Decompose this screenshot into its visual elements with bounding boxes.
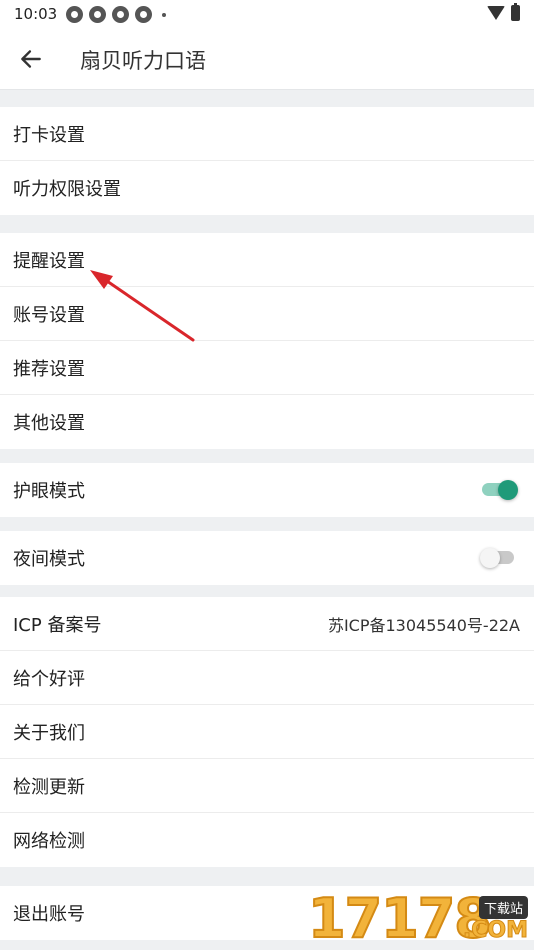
settings-item-label: ICP 备案号 [13, 615, 102, 636]
icp-number: 苏ICP备13045540号-22A [327, 616, 520, 635]
settings-group-night-mode: 夜间模式 [0, 531, 534, 585]
settings-item-other[interactable]: 其他设置 [0, 395, 534, 449]
settings-item-label: 听力权限设置 [13, 179, 121, 200]
battery-icon [511, 3, 520, 21]
night-mode-toggle[interactable] [480, 548, 516, 568]
settings-item-check-update[interactable]: 检测更新 [0, 759, 534, 813]
notification-icon [112, 6, 129, 23]
notification-icon [135, 6, 152, 23]
settings-item-label: 给个好评 [13, 669, 85, 690]
status-bar: 10:03 [0, 0, 534, 28]
settings-group-about: ICP 备案号 苏ICP备13045540号-22A 给个好评 关于我们 检测更… [0, 597, 534, 867]
settings-item-label: 推荐设置 [13, 359, 85, 380]
status-system-icons [487, 3, 520, 21]
settings-item-label: 其他设置 [13, 413, 85, 434]
toggle-knob [498, 480, 518, 500]
app-bar: 扇贝听力口语 [0, 28, 534, 90]
settings-item-recommendation[interactable]: 推荐设置 [0, 341, 534, 395]
settings-item-eye-mode: 护眼模式 [0, 463, 534, 517]
wifi-icon [487, 6, 505, 20]
settings-item-about-us[interactable]: 关于我们 [0, 705, 534, 759]
settings-item-listening-permission[interactable]: 听力权限设置 [0, 161, 534, 215]
notification-icon [89, 6, 106, 23]
toggle-knob [480, 548, 500, 568]
settings-item-check-in[interactable]: 打卡设置 [0, 107, 534, 161]
page-title: 扇贝听力口语 [80, 49, 206, 73]
settings-item-night-mode: 夜间模式 [0, 531, 534, 585]
settings-item-reminder[interactable]: 提醒设置 [0, 233, 534, 287]
more-notifications-dot [162, 12, 166, 17]
settings-item-account[interactable]: 账号设置 [0, 287, 534, 341]
settings-item-label: 检测更新 [13, 777, 85, 798]
settings-item-rate-app[interactable]: 给个好评 [0, 651, 534, 705]
eye-mode-toggle[interactable] [482, 480, 518, 500]
settings-item-label: 账号设置 [13, 305, 85, 326]
settings-item-label: 打卡设置 [13, 125, 85, 146]
watermark-logo: 17178 下载站 .COM [307, 887, 534, 950]
settings-group-general: 提醒设置 账号设置 推荐设置 其他设置 [0, 233, 534, 449]
back-arrow-icon[interactable] [18, 46, 44, 72]
settings-item-label: 网络检测 [13, 831, 85, 852]
settings-item-network-check[interactable]: 网络检测 [0, 813, 534, 867]
settings-group-eye-mode: 护眼模式 [0, 463, 534, 517]
settings-item-icp: ICP 备案号 苏ICP备13045540号-22A [0, 597, 534, 651]
status-time: 10:03 [14, 5, 58, 23]
watermark-suffix: .COM [462, 918, 528, 944]
settings-item-label: 提醒设置 [13, 251, 85, 272]
status-notification-icons [66, 6, 166, 23]
settings-item-label: 退出账号 [13, 904, 85, 925]
settings-item-label: 关于我们 [13, 723, 85, 744]
watermark-tag: 下载站 [478, 896, 528, 919]
settings-group-check-in: 打卡设置 听力权限设置 [0, 107, 534, 215]
notification-icon [66, 6, 83, 23]
settings-item-label: 护眼模式 [13, 481, 85, 502]
settings-item-label: 夜间模式 [13, 549, 85, 570]
